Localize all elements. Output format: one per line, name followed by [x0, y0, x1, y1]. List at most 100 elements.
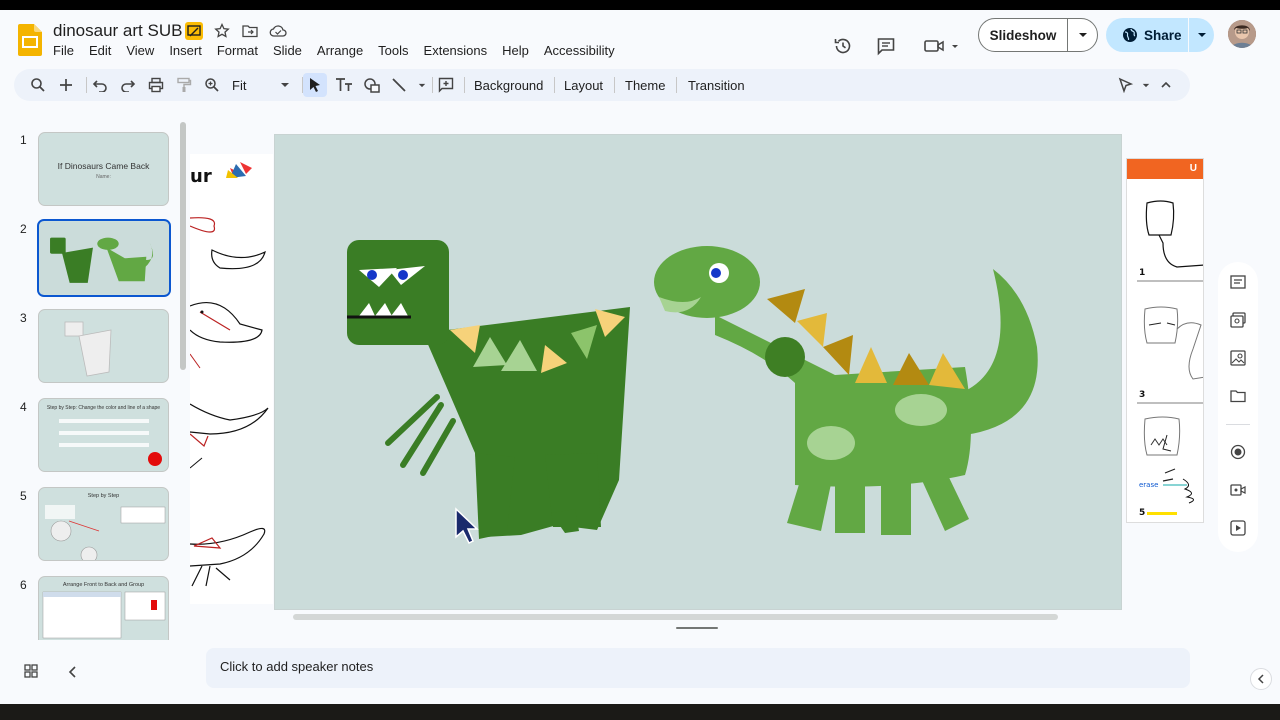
menu-file[interactable]: File [53, 43, 81, 58]
library-icon[interactable] [1228, 310, 1248, 330]
folder-icon[interactable] [1228, 386, 1248, 406]
shape-tool-icon[interactable] [360, 73, 384, 97]
layout-button[interactable]: Layout [564, 73, 603, 97]
slide-number: 3 [20, 311, 27, 325]
speaker-notes-panel-icon[interactable] [1228, 272, 1248, 292]
menu-arrange[interactable]: Arrange [317, 43, 370, 58]
side-panel-rail [1218, 262, 1258, 552]
slide-artwork [347, 240, 1038, 545]
reference-drawing-left[interactable]: ur [190, 154, 273, 604]
slide-thumbnail-3[interactable] [38, 309, 169, 383]
background-button[interactable]: Background [474, 73, 543, 97]
presentation-panel-icon[interactable] [1228, 518, 1248, 538]
menu-format[interactable]: Format [217, 43, 265, 58]
slide-thumbnail-4[interactable]: Step by Step: Change the color and line … [38, 398, 169, 472]
record-icon[interactable] [1228, 442, 1248, 462]
slide-thumbnail-1[interactable]: If Dinosaurs Came Back Name: [38, 132, 169, 206]
line-tool[interactable] [392, 73, 426, 97]
slide-thumbnail-6[interactable]: Arrange Front to Back and Group [38, 576, 169, 640]
chevron-down-icon [1142, 83, 1150, 87]
brontosaurus-dinosaur[interactable] [654, 246, 1038, 535]
menu-insert[interactable]: Insert [169, 43, 209, 58]
slide-6-preview [42, 591, 166, 639]
zoom-value: Fit [232, 77, 247, 93]
version-history-icon[interactable] [831, 34, 855, 58]
slide-thumbnail-5[interactable]: Step by Step [38, 487, 169, 561]
reference-header: U [1127, 159, 1203, 179]
editing-mode-select[interactable] [1118, 73, 1150, 97]
step-1-label: 1 [1139, 268, 1145, 278]
slideshow-dropdown-icon[interactable] [1068, 32, 1097, 38]
paint-format-icon[interactable] [172, 73, 196, 97]
collapse-side-panel-icon[interactable] [1250, 668, 1272, 690]
horizontal-scrollbar[interactable] [293, 614, 1058, 620]
add-comment-icon[interactable] [434, 73, 458, 97]
globe-icon [1123, 28, 1137, 42]
slide-2-preview [39, 221, 169, 295]
slide-number: 2 [20, 222, 27, 236]
slide-number: 5 [20, 489, 27, 503]
share-label[interactable]: Share [1144, 28, 1182, 43]
document-title[interactable]: dinosaur art SUB [53, 21, 182, 41]
chevron-down-icon [418, 83, 426, 87]
speaker-notes-placeholder: Click to add speaker notes [220, 659, 374, 674]
collapse-filmstrip-icon[interactable] [68, 665, 78, 683]
transition-button[interactable]: Transition [688, 73, 745, 97]
slides-logo-icon[interactable] [18, 24, 42, 56]
svg-text:ur: ur [190, 166, 212, 187]
main-toolbar: Fit Background Layout Theme Transition [14, 69, 1190, 101]
move-folder-icon[interactable] [241, 22, 259, 40]
line-tool-icon [392, 78, 406, 92]
menu-tools[interactable]: Tools [378, 43, 415, 58]
menu-help[interactable]: Help [502, 43, 536, 58]
insert-image-panel-icon[interactable] [1228, 348, 1248, 368]
slide-4-preview [59, 419, 162, 466]
menu-bar: File Edit View Insert Format Slide Arran… [53, 43, 630, 58]
slide-5-preview [45, 505, 166, 560]
present-mode-icon[interactable] [185, 22, 203, 40]
reference-steps-right[interactable]: U 1 3 erase 5 [1126, 158, 1204, 523]
redo-icon[interactable] [116, 73, 140, 97]
screen-bottom-border [0, 704, 1280, 720]
slide-number: 6 [20, 578, 27, 592]
cloud-saved-icon[interactable] [269, 22, 287, 40]
zoom-select[interactable]: Fit [230, 73, 290, 97]
menu-view[interactable]: View [126, 43, 161, 58]
menu-extensions[interactable]: Extensions [424, 43, 495, 58]
menu-edit[interactable]: Edit [89, 43, 118, 58]
undo-icon[interactable] [88, 73, 112, 97]
slideshow-label[interactable]: Slideshow [979, 28, 1067, 43]
menu-accessibility[interactable]: Accessibility [544, 43, 622, 58]
slide-thumbnail-2[interactable] [37, 219, 171, 297]
zoom-icon[interactable] [200, 73, 224, 97]
video-panel-icon[interactable] [1228, 480, 1248, 500]
theme-button[interactable]: Theme [625, 73, 665, 97]
erase-label: erase [1139, 481, 1158, 489]
slideshow-button[interactable]: Slideshow [978, 18, 1098, 52]
menu-slide[interactable]: Slide [273, 43, 309, 58]
step-3-label: 3 [1139, 390, 1145, 400]
slide-number: 1 [20, 133, 27, 147]
new-slide-icon[interactable] [54, 73, 78, 97]
grid-view-icon[interactable] [24, 664, 38, 683]
mouse-cursor-icon [455, 507, 479, 545]
share-button[interactable]: Share [1106, 18, 1214, 52]
share-dropdown-icon[interactable] [1189, 32, 1214, 38]
slide-number: 4 [20, 400, 27, 414]
notes-resize-handle[interactable] [676, 627, 718, 629]
slide-canvas[interactable] [274, 134, 1122, 610]
search-menus-icon[interactable] [26, 73, 50, 97]
print-icon[interactable] [144, 73, 168, 97]
collapse-toolbar-icon[interactable] [1154, 73, 1178, 97]
select-tool-icon[interactable] [303, 73, 327, 97]
slide-1-title: If Dinosaurs Came Back [57, 161, 150, 171]
comments-icon[interactable] [874, 34, 898, 58]
text-box-icon[interactable] [332, 73, 356, 97]
step-5-label: 5 [1139, 508, 1145, 518]
meet-video-icon[interactable] [922, 34, 962, 58]
star-icon[interactable] [213, 22, 231, 40]
speaker-notes-field[interactable]: Click to add speaker notes [206, 648, 1190, 688]
user-avatar[interactable] [1228, 20, 1256, 48]
filmstrip-scrollbar[interactable] [180, 122, 186, 370]
trex-dinosaur[interactable] [347, 240, 630, 539]
